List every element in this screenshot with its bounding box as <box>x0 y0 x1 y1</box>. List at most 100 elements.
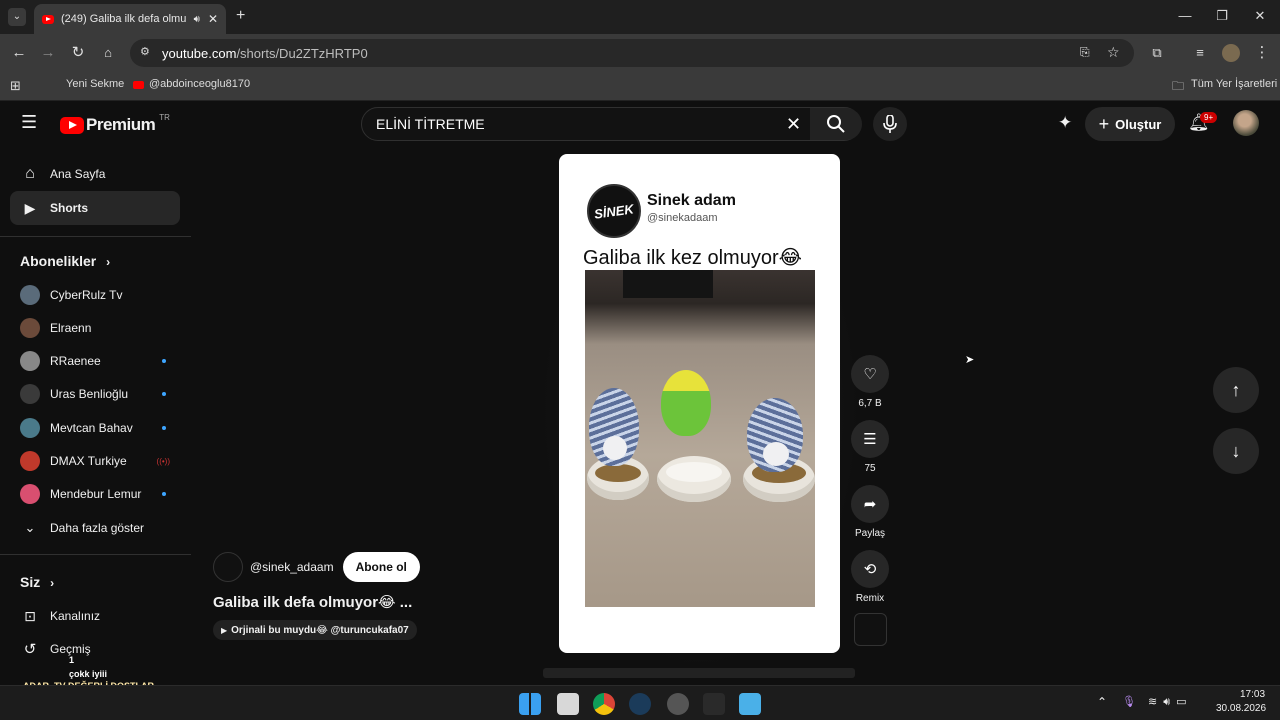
youtube-logo[interactable]: Premium TR <box>60 113 170 135</box>
sidebar-item-label: Ana Sayfa <box>50 167 106 181</box>
search-button[interactable] <box>810 108 862 140</box>
source-chip[interactable]: ▶ Orjinali bu muydu😂 @turuncukafa07 <box>213 620 417 640</box>
epic-games-icon[interactable] <box>703 693 725 715</box>
green-budgie <box>661 370 711 436</box>
subscribe-button[interactable]: Abone ol <box>342 552 420 582</box>
chevron-right-icon: › <box>50 576 55 590</box>
sound-thumbnail[interactable] <box>854 613 887 646</box>
like-button[interactable]: ♡ <box>851 355 889 393</box>
notification-badge: 9+ <box>1200 112 1218 123</box>
live-icon: ((•)) <box>156 456 170 466</box>
remix-icon: ⟲ <box>863 561 877 578</box>
browser-tab-active[interactable]: (249) Galiba ilk defa olmuyor 🔊︎ ✕ <box>34 4 226 34</box>
voice-search-button[interactable] <box>873 107 907 141</box>
tray-microphone-icon[interactable]: 🎙︎ <box>1122 695 1136 708</box>
address-bar[interactable]: ⚙ youtube.com/shorts/Du2ZTzHRTP0 ⎘ ☆ <box>130 39 1134 67</box>
youtube-play-logo-icon <box>60 116 84 134</box>
maximize-button[interactable]: ❐ <box>1207 6 1237 26</box>
clock-time[interactable]: 17:03 <box>1240 689 1265 700</box>
close-window-button[interactable]: ✕ <box>1245 6 1275 26</box>
new-tab-button[interactable]: + <box>236 7 245 25</box>
forward-button[interactable]: → <box>38 43 58 63</box>
tab-title: (249) Galiba ilk defa olmuyor <box>61 13 186 25</box>
subscription-item[interactable]: Mevtcan Bahav <box>10 411 180 445</box>
browser-toolbar: ← → ↻ ⌂ ⚙ youtube.com/shorts/Du2ZTzHRTP0… <box>0 34 1280 72</box>
site-info-icon[interactable]: ⚙ <box>140 45 150 58</box>
clear-search-icon[interactable]: ✕ <box>786 114 801 135</box>
search-icon <box>827 115 845 133</box>
apps-grid-icon[interactable]: ⊞ <box>10 78 21 94</box>
chrome-icon[interactable] <box>593 693 615 715</box>
channel-avatar[interactable] <box>213 552 243 582</box>
previous-short-button[interactable]: ↑ <box>1213 367 1259 413</box>
channel-avatar <box>20 484 40 504</box>
new-content-dot <box>162 392 166 396</box>
sidebar: ⌂ Ana Sayfa ▶ Shorts Abonelikler › Cyber… <box>0 147 191 685</box>
bookmark-channel[interactable]: @abdoinceoglu8170 <box>149 78 250 90</box>
back-button[interactable]: ← <box>9 43 29 63</box>
remix-button[interactable]: ⟲ <box>851 550 889 588</box>
hamburger-menu-icon[interactable]: ☰ <box>21 112 37 133</box>
subscription-item[interactable]: Uras Benlioğlu <box>10 377 180 411</box>
subscription-item[interactable]: Elraenn <box>10 311 180 345</box>
share-button[interactable]: ➦ <box>851 485 889 523</box>
sidebar-item-your-channel[interactable]: ⊡ Kanalınız <box>10 599 180 633</box>
subscription-item[interactable]: RRaenee <box>10 344 180 378</box>
windows-start-icon[interactable] <box>519 693 541 715</box>
subscription-item[interactable]: DMAX Turkiye ((•)) <box>10 444 180 478</box>
account-avatar[interactable] <box>1233 110 1259 136</box>
search-input[interactable]: ELİNİ TİTRETME <box>376 116 485 132</box>
tray-chevron-icon[interactable]: ⌃ <box>1097 695 1107 709</box>
minimize-button[interactable]: — <box>1170 6 1200 26</box>
app-icon[interactable] <box>667 693 689 715</box>
bookmark-new-tab[interactable]: Yeni Sekme <box>66 78 124 90</box>
channel-avatar <box>20 318 40 338</box>
heart-icon: ♡ <box>863 366 877 383</box>
all-bookmarks-link[interactable]: Tüm Yer İşaretleri <box>1191 78 1277 90</box>
channel-avatar <box>20 451 40 471</box>
sidebar-item-shorts[interactable]: ▶ Shorts <box>10 191 180 225</box>
remix-label: Remix <box>855 593 885 604</box>
media-controls-icon[interactable]: ≡ <box>1190 43 1210 63</box>
audio-playing-icon[interactable]: 🔊︎ <box>194 14 200 25</box>
youtube-favicon-icon <box>42 14 54 24</box>
profile-avatar[interactable] <box>1222 44 1240 62</box>
subscription-item[interactable]: Mendebur Lemur <box>10 477 180 511</box>
browser-menu-icon[interactable]: ⋮ <box>1252 43 1272 63</box>
subscriptions-heading[interactable]: Abonelikler › <box>20 253 110 269</box>
show-more-button[interactable]: ⌄ Daha fazla göster <box>10 511 180 545</box>
youtube-create-sparkle-icon[interactable]: ✦ <box>1058 113 1072 133</box>
extensions-icon[interactable]: ⧉ <box>1147 43 1167 63</box>
channel-handle[interactable]: @sinek_adaam <box>250 560 334 574</box>
home-button[interactable]: ⌂ <box>98 43 118 63</box>
install-app-icon[interactable]: ⎘ <box>1080 45 1090 60</box>
blue-budgie <box>747 398 803 472</box>
notepad-icon[interactable] <box>739 693 761 715</box>
card-creator-name: Sinek adam <box>647 192 736 209</box>
create-button[interactable]: + Oluştur <box>1085 107 1175 141</box>
steam-icon[interactable] <box>629 693 651 715</box>
tray-icons[interactable]: ≋🔊︎▭ <box>1148 695 1193 709</box>
mouse-cursor-icon: ➤ <box>965 354 975 366</box>
video-frame[interactable] <box>585 270 815 607</box>
like-count: 6,7 B <box>858 398 882 409</box>
new-content-dot <box>162 426 166 430</box>
channel-avatar <box>20 418 40 438</box>
sidebar-item-home[interactable]: ⌂ Ana Sayfa <box>10 157 180 191</box>
subscription-item[interactable]: CyberRulz Tv <box>10 278 180 312</box>
reload-button[interactable]: ↻ <box>68 43 88 63</box>
you-heading[interactable]: Siz › <box>20 574 54 590</box>
youtube-header: ☰ Premium TR ELİNİ TİTRETME ✕ ✦ + Oluştu… <box>0 101 1280 147</box>
arrow-down-icon: ↓ <box>1231 440 1241 461</box>
comment-count: 75 <box>864 463 876 474</box>
clock-date[interactable]: 30.08.2026 <box>1216 703 1266 714</box>
video-progress-strip[interactable] <box>543 668 855 678</box>
file-explorer-icon[interactable] <box>557 693 579 715</box>
short-title[interactable]: Galiba ilk defa olmuyor😂 ... <box>213 593 412 611</box>
bookmark-star-icon[interactable]: ☆ <box>1107 44 1120 61</box>
tab-search-button[interactable]: ⌄ <box>8 8 26 26</box>
next-short-button[interactable]: ↓ <box>1213 428 1259 474</box>
comments-button[interactable]: ☰ <box>851 420 889 458</box>
tab-close-icon[interactable]: ✕ <box>208 12 218 26</box>
search-box[interactable]: ELİNİ TİTRETME ✕ <box>361 107 862 141</box>
